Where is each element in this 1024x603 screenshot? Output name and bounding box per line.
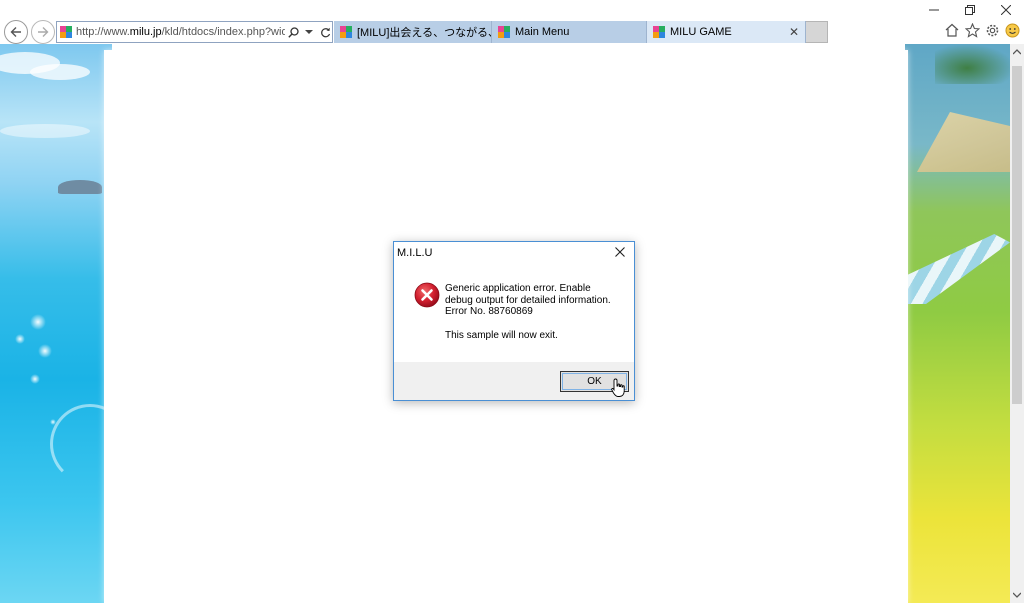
minimize-button[interactable]	[916, 0, 952, 20]
new-tab-button[interactable]	[806, 21, 828, 43]
tab-favicon	[653, 26, 665, 38]
vertical-scrollbar[interactable]	[1010, 44, 1024, 603]
back-button[interactable]	[4, 20, 28, 44]
close-icon	[1001, 5, 1011, 15]
site-favicon	[60, 26, 72, 38]
scrollbar-thumb[interactable]	[1012, 66, 1022, 404]
tab-main-menu[interactable]: Main Menu	[492, 21, 647, 43]
dialog-close-button[interactable]	[612, 244, 628, 260]
tab-label: Main Menu	[515, 26, 570, 38]
smiley-icon[interactable]	[1004, 22, 1020, 38]
tab-milu-game[interactable]: MILU GAME ✕	[647, 21, 806, 43]
address-bar[interactable]: http://www.milu.jp/kld/htdocs/index.php?…	[56, 21, 333, 43]
home-icon[interactable]	[944, 22, 960, 38]
tab-favicon	[498, 26, 510, 38]
url-domain: milu.jp	[129, 26, 162, 38]
dialog-title: M.I.L.U	[397, 247, 433, 259]
scroll-down-icon[interactable]	[1010, 587, 1024, 603]
window-controls	[916, 0, 1024, 20]
forward-button[interactable]	[31, 20, 55, 44]
tab-milu-home[interactable]: [MILU]出会える、つながる、楽しめ...	[334, 21, 492, 43]
url-prefix: http://www.	[76, 26, 130, 38]
chevron-down-icon[interactable]	[302, 25, 316, 39]
restore-button[interactable]	[952, 0, 988, 20]
tab-label: [MILU]出会える、つながる、楽しめ...	[357, 27, 491, 39]
forward-arrow-icon	[38, 27, 49, 37]
message-line: Generic application error. Enable	[445, 283, 591, 294]
tab-close-icon[interactable]: ✕	[789, 25, 799, 39]
island-rock	[58, 180, 102, 194]
tab-label: MILU GAME	[670, 26, 732, 38]
url-path: /kld/htdocs/index.php?width=10	[161, 26, 285, 38]
exit-note: This sample will now exit.	[445, 329, 558, 341]
error-x-icon	[414, 282, 440, 308]
mouse-cursor-icon	[611, 378, 625, 397]
dialog-footer: OK	[394, 362, 634, 400]
restore-icon	[965, 5, 975, 15]
back-arrow-icon	[10, 27, 21, 37]
refresh-icon[interactable]	[318, 25, 332, 39]
search-icon[interactable]	[287, 25, 301, 39]
dialog-message: Generic application error. Enable debug …	[445, 283, 625, 341]
scroll-up-icon[interactable]	[1010, 44, 1024, 60]
beach-background-left	[0, 44, 130, 603]
url-text[interactable]: http://www.milu.jp/kld/htdocs/index.php?…	[76, 26, 285, 38]
beach-background-right	[905, 44, 1010, 603]
close-icon	[615, 247, 625, 257]
error-dialog: M.I.L.U Generic application error. Enabl…	[393, 241, 635, 401]
close-window-button[interactable]	[988, 0, 1024, 20]
dialog-body: Generic application error. Enable debug …	[394, 262, 634, 362]
beach-chair	[905, 234, 1010, 304]
error-number: Error No. 88760869	[445, 306, 533, 317]
gear-icon[interactable]	[984, 22, 1000, 38]
browser-toolbar	[944, 22, 1020, 38]
beach-umbrella	[917, 112, 1010, 172]
tab-favicon	[340, 26, 352, 38]
tab-strip: [MILU]出会える、つながる、楽しめ... Main Menu MILU GA…	[334, 21, 828, 43]
minimize-icon	[929, 9, 939, 11]
browser-chrome: http://www.milu.jp/kld/htdocs/index.php?…	[0, 0, 1024, 44]
message-line: debug output for detailed information.	[445, 294, 611, 306]
star-icon[interactable]	[964, 22, 980, 38]
